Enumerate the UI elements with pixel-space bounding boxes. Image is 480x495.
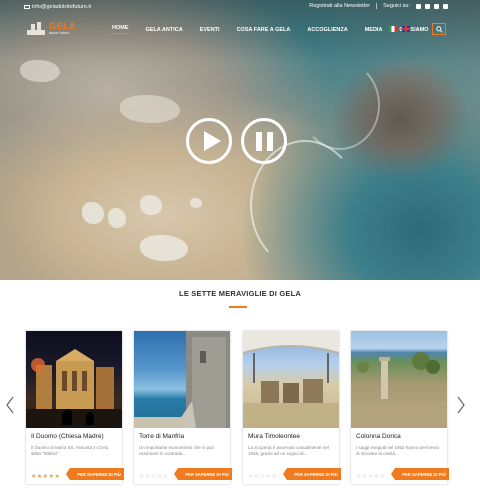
instagram-icon[interactable]	[434, 3, 439, 9]
card-photo-torre	[134, 331, 230, 428]
read-more-button[interactable]: PER SAPERNE DI PIÙ	[283, 468, 341, 480]
nav-item-accoglienza[interactable]: ACCOGLIENZA	[307, 27, 347, 33]
read-more-button[interactable]: PER SAPERNE DI PIÙ	[66, 468, 124, 480]
search-icon	[435, 25, 443, 33]
play-button[interactable]	[186, 118, 232, 164]
envelope-icon	[24, 5, 30, 9]
carousel-next-button[interactable]	[456, 395, 466, 415]
top-bar: info@geladolcitefuturo.it Registrati all…	[0, 0, 480, 14]
chevron-right-icon	[457, 396, 465, 414]
logo-subtitle: dolce futuro	[49, 30, 70, 35]
nav-item-eventi[interactable]: EVENTI	[200, 27, 220, 33]
card-description: Un importante monumento che si può osser…	[139, 445, 215, 456]
divider	[376, 3, 378, 9]
title-underline	[229, 306, 247, 308]
card-title[interactable]: Mura Timoleontee	[248, 433, 300, 440]
nav-item-media[interactable]: MEDIA	[365, 27, 383, 33]
section-title: LE SETTE MERAVIGLIE DI GELA	[179, 289, 301, 298]
card-photo-colonna	[351, 331, 447, 428]
logo-temple-icon	[26, 20, 46, 36]
logo-word: GELA	[49, 20, 77, 31]
read-more-button[interactable]: PER SAPERNE DI PIÙ	[391, 468, 449, 480]
card-rating: ☆☆☆☆☆	[248, 474, 278, 480]
card-description: Il Duomo di Maria SS. Assunta in Cielo, …	[31, 445, 110, 456]
hero-shade	[0, 0, 480, 280]
email-link[interactable]: info@geladolcitefuturo.it	[24, 4, 91, 10]
card-description: La scoperta è avvenuta casualmente nel 1…	[248, 445, 329, 456]
card-title[interactable]: Torre di Manfria	[139, 433, 184, 440]
nav-item-cosa-fare[interactable]: COSA FARE A GELA	[237, 27, 291, 33]
attraction-card[interactable]: Il Duomo (Chiesa Madre) Il Duomo di Mari…	[26, 331, 124, 484]
flag-en-icon[interactable]	[402, 26, 410, 32]
card-rating: ★★★★★	[31, 474, 61, 480]
card-title[interactable]: Il Duomo (Chiesa Madre)	[31, 433, 104, 440]
read-more-button[interactable]: PER SAPERNE DI PIÙ	[174, 468, 232, 480]
attraction-card[interactable]: Colonna Dorica I saggi eseguiti nel 1952…	[351, 331, 449, 484]
card-title[interactable]: Colonna Dorica	[356, 433, 401, 440]
attraction-card[interactable]: Torre di Manfria Un importante monumento…	[134, 331, 232, 484]
card-photo-mura	[243, 331, 339, 428]
hero-video[interactable]: info@geladolcitefuturo.it Registrati all…	[0, 0, 480, 280]
nav-item-gela-antica[interactable]: GELA ANTICA	[146, 27, 183, 33]
youtube-icon[interactable]	[443, 3, 448, 9]
search-button[interactable]	[432, 23, 446, 35]
follow-label: Seguici su:	[383, 3, 410, 9]
nav-item-home[interactable]: HOME	[112, 25, 129, 34]
twitter-icon[interactable]	[425, 3, 430, 9]
pause-button[interactable]	[241, 118, 287, 164]
flag-it-icon[interactable]	[389, 26, 397, 32]
card-description: I saggi eseguiti nel 1952 hanno permesso…	[356, 445, 440, 456]
email-text: info@geladolcitefuturo.it	[32, 4, 92, 10]
chevron-left-icon	[6, 396, 14, 414]
newsletter-link[interactable]: Registrati alla Newsletter	[309, 3, 370, 9]
carousel-prev-button[interactable]	[5, 395, 15, 415]
facebook-icon[interactable]	[416, 3, 421, 9]
card-rating: ☆☆☆☆☆	[356, 474, 386, 480]
attraction-card[interactable]: Mura Timoleontee La scoperta è avvenuta …	[243, 331, 341, 484]
card-photo-duomo	[26, 331, 122, 428]
card-rating: ☆☆☆☆☆	[139, 474, 169, 480]
site-logo[interactable]: GELA dolce futuro	[26, 17, 86, 39]
